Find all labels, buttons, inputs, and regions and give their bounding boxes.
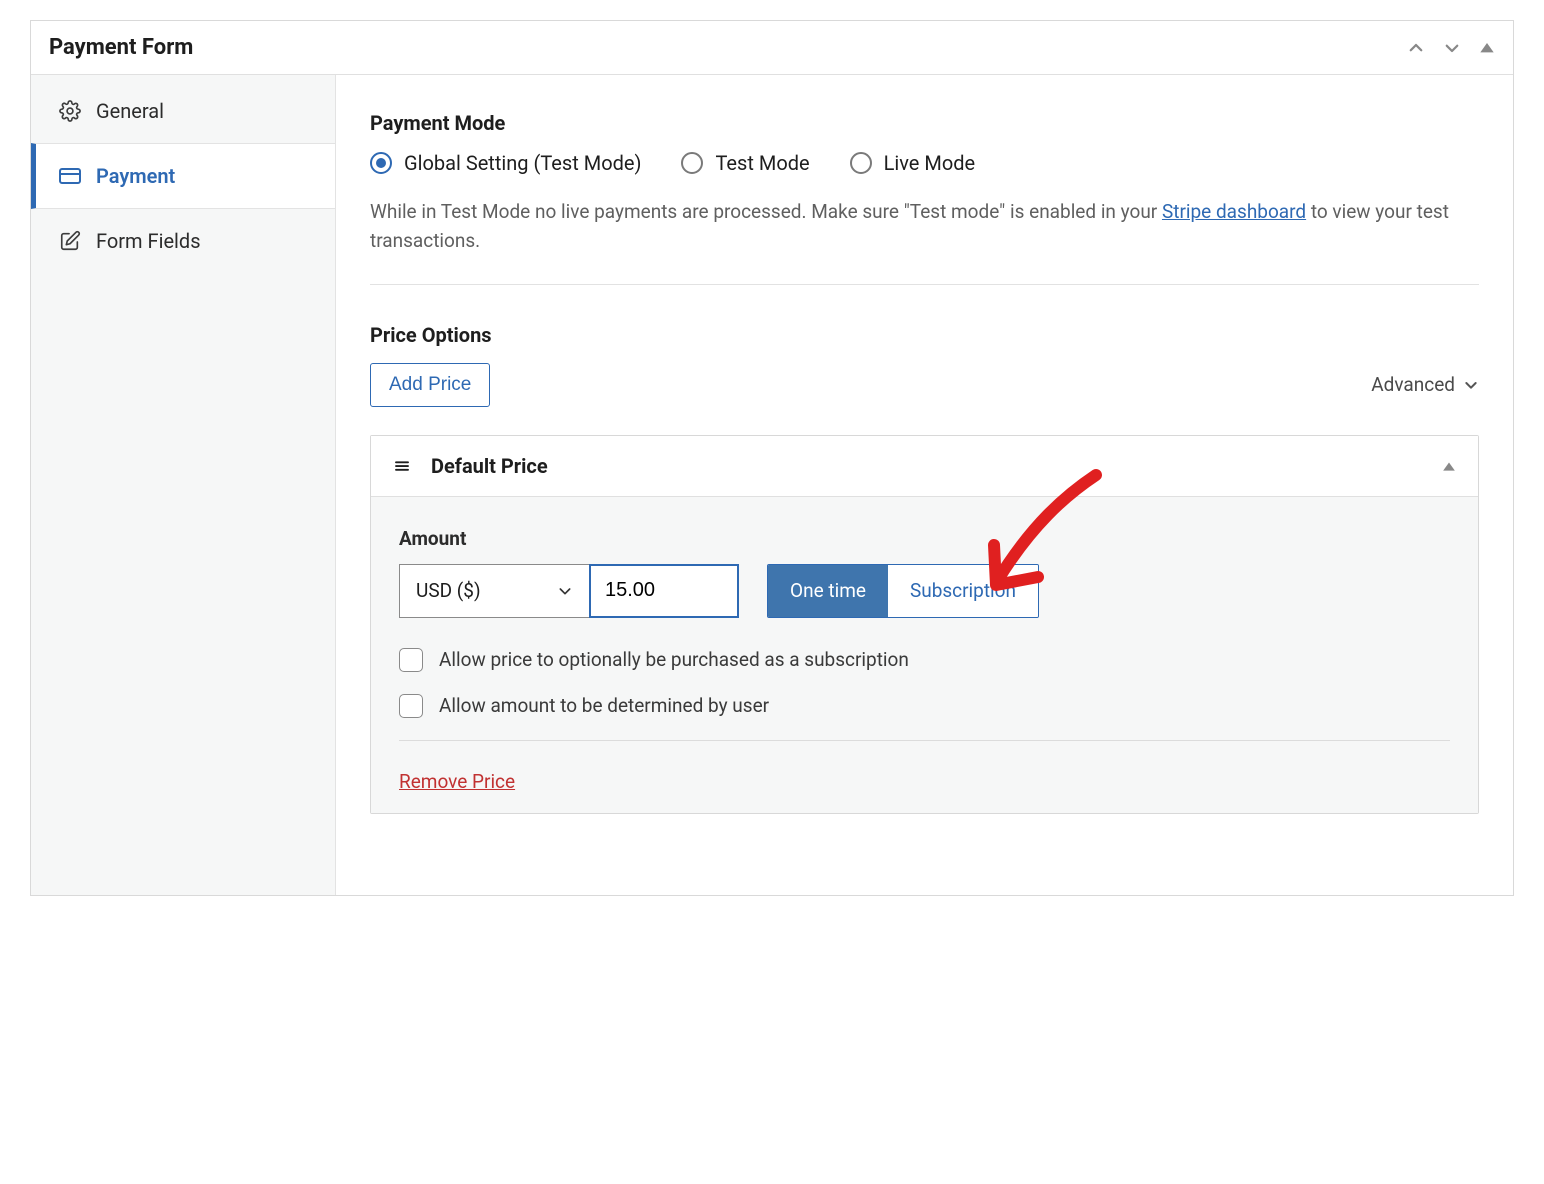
- collapse-price-icon[interactable]: [1442, 459, 1456, 473]
- billing-type-toggle: One time Subscription: [767, 564, 1039, 618]
- credit-card-icon: [58, 164, 82, 188]
- content-area: Payment Mode Global Setting (Test Mode) …: [336, 75, 1513, 895]
- amount-label: Amount: [399, 527, 1450, 550]
- price-box-body: Amount USD ($) One time Subscription: [371, 497, 1478, 813]
- payment-mode-hint: While in Test Mode no live payments are …: [370, 197, 1479, 256]
- checkbox-icon: [399, 648, 423, 672]
- hint-text: While in Test Mode no live payments are …: [370, 200, 1162, 223]
- price-box-header[interactable]: Default Price: [371, 436, 1478, 497]
- move-up-icon[interactable]: [1407, 39, 1425, 57]
- stripe-dashboard-link[interactable]: Stripe dashboard: [1162, 200, 1306, 223]
- divider: [399, 740, 1450, 741]
- radio-dot-icon: [850, 152, 872, 174]
- price-options-heading: Price Options: [370, 323, 1479, 347]
- tab-form-fields[interactable]: Form Fields: [31, 209, 335, 273]
- amount-row: USD ($) One time Subscription: [399, 564, 1450, 618]
- payment-mode-radios: Global Setting (Test Mode) Test Mode Liv…: [370, 151, 1479, 175]
- currency-select[interactable]: USD ($): [399, 564, 589, 618]
- payment-form-panel: Payment Form General: [30, 20, 1514, 896]
- checkbox-label: Allow price to optionally be purchased a…: [439, 648, 909, 671]
- allow-subscription-checkbox[interactable]: Allow price to optionally be purchased a…: [399, 648, 1450, 672]
- radio-test-mode[interactable]: Test Mode: [681, 151, 809, 175]
- move-down-icon[interactable]: [1443, 39, 1461, 57]
- gear-icon: [58, 99, 82, 123]
- divider: [370, 284, 1479, 285]
- amount-input[interactable]: [589, 564, 739, 618]
- radio-label: Test Mode: [715, 151, 809, 175]
- add-price-button[interactable]: Add Price: [370, 363, 490, 407]
- panel-actions: [1407, 39, 1495, 57]
- radio-label: Live Mode: [884, 151, 976, 175]
- radio-dot-icon: [370, 152, 392, 174]
- tab-label: Payment: [96, 164, 175, 188]
- tab-label: General: [96, 99, 164, 123]
- sidebar-tabs: General Payment Form Fields: [31, 75, 336, 895]
- toggle-subscription[interactable]: Subscription: [888, 565, 1038, 617]
- radio-label: Global Setting (Test Mode): [404, 151, 641, 175]
- edit-icon: [58, 229, 82, 253]
- panel-title: Payment Form: [49, 35, 193, 60]
- panel-header: Payment Form: [31, 21, 1513, 75]
- radio-global-setting[interactable]: Global Setting (Test Mode): [370, 151, 641, 175]
- collapse-icon[interactable]: [1479, 39, 1495, 57]
- chevron-down-icon: [557, 583, 573, 599]
- tab-label: Form Fields: [96, 229, 201, 253]
- price-box-title: Default Price: [431, 454, 548, 478]
- panel-body: General Payment Form Fields Payment Mode: [31, 75, 1513, 895]
- advanced-toggle[interactable]: Advanced: [1371, 373, 1479, 396]
- default-price-box: Default Price Amount USD ($): [370, 435, 1479, 814]
- currency-amount-group: USD ($): [399, 564, 739, 618]
- checkbox-label: Allow amount to be determined by user: [439, 694, 769, 717]
- remove-price-link[interactable]: Remove Price: [399, 770, 515, 793]
- toggle-one-time[interactable]: One time: [768, 565, 888, 617]
- currency-value: USD ($): [416, 579, 481, 602]
- price-options-controls: Add Price Advanced: [370, 363, 1479, 407]
- radio-live-mode[interactable]: Live Mode: [850, 151, 976, 175]
- checkbox-icon: [399, 694, 423, 718]
- payment-mode-heading: Payment Mode: [370, 111, 1479, 135]
- allow-user-amount-checkbox[interactable]: Allow amount to be determined by user: [399, 694, 1450, 718]
- radio-dot-icon: [681, 152, 703, 174]
- tab-payment[interactable]: Payment: [31, 143, 335, 209]
- tab-general[interactable]: General: [31, 79, 335, 143]
- advanced-label: Advanced: [1371, 373, 1455, 396]
- drag-handle-icon[interactable]: [393, 457, 411, 475]
- chevron-down-icon: [1463, 377, 1479, 393]
